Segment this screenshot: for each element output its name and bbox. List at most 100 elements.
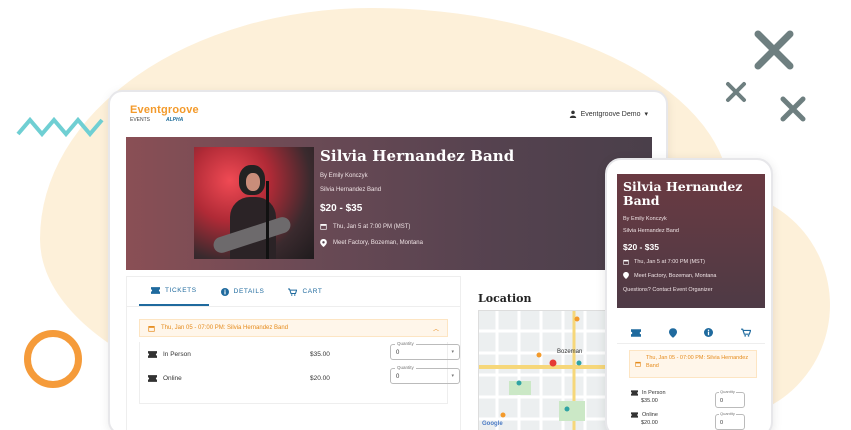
- location-pin-icon[interactable]: [668, 327, 677, 338]
- ticket-icon: [148, 350, 157, 358]
- phone-frame: Silvia Hernandez Band By Emily Konczyk S…: [605, 158, 773, 430]
- event-performer: Silvia Hernandez Band: [320, 187, 382, 193]
- phone-event-title: Silvia Hernandez Band: [623, 179, 743, 208]
- brand-logo[interactable]: Eventgroove EVENTS ALPHA: [130, 105, 199, 123]
- phone-ticket-price: $20.00: [641, 420, 658, 426]
- quantity-select[interactable]: Quantity 0 ▾: [390, 365, 460, 384]
- phone-date-banner-text: Thu, Jan 05 - 07:00 PM: Silvia Hernandez…: [646, 355, 749, 369]
- ticket-name-text: Online: [163, 374, 182, 382]
- info-icon[interactable]: [704, 328, 714, 337]
- ticket-row: In Person $35.00 Quantity 0 ▾: [140, 341, 460, 366]
- ticket-icon: [151, 287, 160, 294]
- location-heading: Location: [478, 292, 532, 305]
- phone-ticket-price: $35.00: [641, 398, 658, 404]
- event-organizer: By Emily Konczyk: [320, 173, 368, 179]
- phone-event-date-row: Thu, Jan 5 at 7:00 PM (MST): [623, 259, 759, 265]
- event-price: $20 - $35: [320, 203, 363, 214]
- zigzag-decoration: [16, 116, 104, 138]
- phone-quantity-value: 0: [720, 420, 724, 426]
- phone-ticket-name-text: In Person: [642, 390, 666, 396]
- caret-down-icon: ▾: [451, 373, 454, 379]
- top-bar: Eventgroove EVENTS ALPHA Eventgroove Dem…: [110, 92, 666, 136]
- tab-cart-label: CART: [302, 288, 323, 295]
- tab-details[interactable]: DETAILS: [209, 277, 277, 306]
- event-venue: Meet Factory, Bozeman, Montana: [333, 240, 423, 246]
- map-graphic: [479, 311, 607, 430]
- calendar-icon: [148, 325, 155, 332]
- phone-ticket-name: In Person: [631, 390, 666, 396]
- quantity-label: Quantity: [395, 365, 416, 370]
- ticket-name: Online: [148, 375, 182, 382]
- user-icon: [569, 110, 576, 118]
- phone-ticket-name: Online: [631, 412, 658, 418]
- quantity-select[interactable]: Quantity 0 ▾: [390, 341, 460, 360]
- ticket-price: $35.00: [310, 350, 330, 358]
- date-banner-text: Thu, Jan 05 - 07:00 PM: Silvia Hernandez…: [161, 325, 289, 331]
- brand-sub-right: ALPHA: [166, 117, 184, 123]
- location-pin-icon: [623, 272, 629, 279]
- event-title: Silvia Hernandez Band: [320, 147, 515, 165]
- tab-bar: TICKETS DETAILS CART: [127, 277, 460, 307]
- phone-event-venue: Meet Factory, Bozeman, Montana: [634, 272, 717, 279]
- x-decoration-small: [726, 82, 746, 102]
- user-menu[interactable]: Eventgroove Demo ▾: [569, 110, 648, 118]
- phone-event-performer: Silvia Hernandez Band: [623, 228, 679, 234]
- cart-icon[interactable]: [741, 328, 752, 337]
- phone-ticket-row: Online $20.00 Quantity 0: [631, 411, 765, 430]
- ticket-price: $20.00: [310, 374, 330, 382]
- map[interactable]: Bozeman Google: [478, 310, 608, 430]
- ticket-icon: [631, 390, 638, 396]
- phone-contact-organizer[interactable]: Questions? Contact Event Organizer: [623, 287, 759, 293]
- calendar-icon: [623, 259, 629, 265]
- quantity-value: 0: [396, 374, 400, 380]
- ticket-list: In Person $35.00 Quantity 0 ▾ Online $20…: [139, 341, 460, 404]
- phone-event-venue-row: Meet Factory, Bozeman, Montana: [623, 272, 759, 279]
- page: Eventgroove EVENTS ALPHA Eventgroove Dem…: [0, 0, 851, 430]
- tab-cart[interactable]: CART: [276, 277, 334, 306]
- quantity-label: Quantity: [395, 341, 416, 346]
- event-date-row: Thu, Jan 5 at 7:00 PM (MST): [320, 223, 514, 230]
- phone-ticket-row: In Person $35.00 Quantity 0: [631, 389, 765, 412]
- event-date: Thu, Jan 5 at 7:00 PM (MST): [333, 223, 411, 230]
- map-city-label: Bozeman: [557, 349, 583, 355]
- event-hero: Silvia Hernandez Band By Emily Konczyk S…: [126, 137, 652, 270]
- phone-tab-bar: [617, 322, 765, 344]
- brand-sub: EVENTS ALPHA: [130, 118, 199, 123]
- caret-down-icon: ▾: [451, 349, 454, 355]
- calendar-icon: [635, 361, 641, 367]
- phone-quantity-select[interactable]: Quantity 0: [715, 411, 745, 430]
- ticket-name-text: In Person: [163, 350, 191, 358]
- photo-mic-stand: [266, 181, 269, 259]
- x-decoration-large: [754, 30, 794, 70]
- tab-details-label: DETAILS: [233, 288, 265, 295]
- calendar-icon: [320, 224, 327, 230]
- chevron-up-icon[interactable]: ︿: [433, 324, 439, 333]
- phone-quantity-label: Quantity: [719, 411, 736, 416]
- phone-event-price: $20 - $35: [623, 242, 659, 252]
- ticket-row: Online $20.00 Quantity 0 ▾: [140, 365, 460, 390]
- phone-event-date-accordion[interactable]: Thu, Jan 05 - 07:00 PM: Silvia Hernandez…: [629, 350, 757, 378]
- phone-quantity-value: 0: [720, 398, 724, 404]
- event-venue-row: Meet Factory, Bozeman, Montana: [320, 239, 514, 247]
- brand-sub-left: EVENTS: [130, 117, 151, 123]
- event-info: Silvia Hernandez Band By Emily Konczyk S…: [320, 147, 514, 247]
- caret-down-icon: ▾: [644, 111, 648, 118]
- location-pin-icon: [320, 239, 327, 247]
- tab-tickets-label: TICKETS: [165, 287, 197, 294]
- tab-tickets[interactable]: TICKETS: [139, 277, 209, 306]
- event-date-accordion[interactable]: Thu, Jan 05 - 07:00 PM: Silvia Hernandez…: [139, 319, 448, 337]
- phone-quantity-select[interactable]: Quantity 0: [715, 389, 745, 408]
- phone-ticket-name-text: Online: [642, 412, 658, 418]
- ticket-icon: [148, 374, 157, 382]
- phone-event-date: Thu, Jan 5 at 7:00 PM (MST): [634, 259, 705, 265]
- x-decoration-medium: [780, 96, 806, 122]
- event-photo: [194, 147, 314, 259]
- ticket-icon[interactable]: [630, 328, 641, 337]
- phone-quantity-label: Quantity: [719, 389, 736, 394]
- desktop-window: Eventgroove EVENTS ALPHA Eventgroove Dem…: [108, 90, 668, 430]
- ticket-name: In Person: [148, 351, 191, 358]
- map-attribution: Google: [482, 421, 503, 427]
- brand-name: Eventgroove: [130, 104, 199, 116]
- phone-event-organizer: By Emily Konczyk: [623, 216, 667, 222]
- quantity-value: 0: [396, 350, 400, 356]
